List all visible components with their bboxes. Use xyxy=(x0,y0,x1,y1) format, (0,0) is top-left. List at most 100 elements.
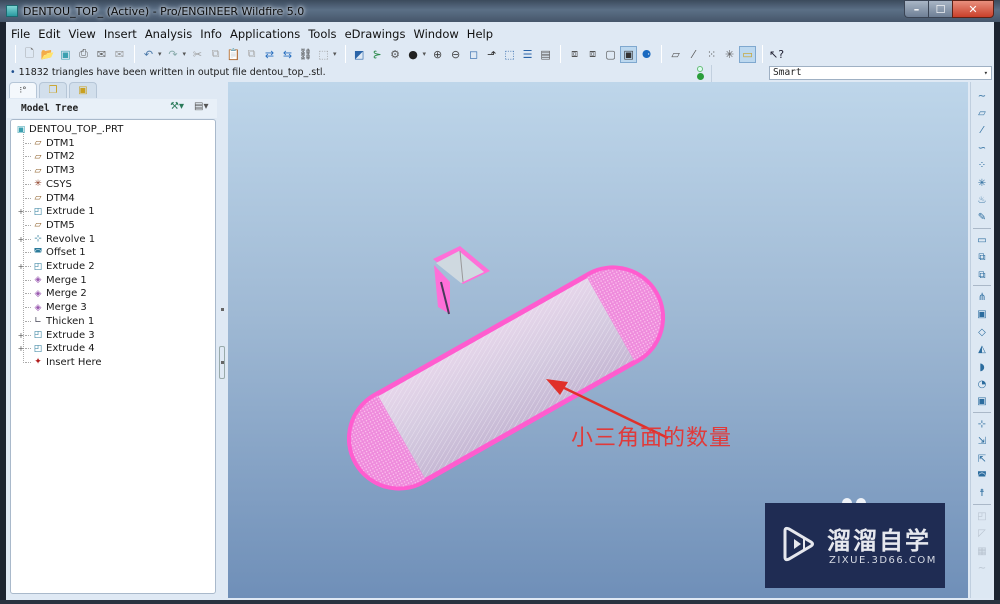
open-icon[interactable]: 📂 xyxy=(39,46,56,63)
shading-icon[interactable]: ▣ xyxy=(620,45,638,63)
undo-icon[interactable]: ↶ xyxy=(140,46,157,63)
model-tree-tab[interactable]: ⁝° xyxy=(9,82,37,98)
redo-icon[interactable]: ↷ xyxy=(165,46,182,63)
tree-settings-icon[interactable]: ▤▾ xyxy=(194,101,208,112)
csys-tool-icon[interactable]: ✳ xyxy=(974,175,990,191)
csys-icon[interactable]: ✳ xyxy=(721,46,738,63)
email-icon[interactable]: ✉ xyxy=(93,46,110,63)
blend-tool-icon[interactable]: ◗ xyxy=(974,359,990,375)
new-icon[interactable]: 🗋 xyxy=(21,46,38,63)
menu-insert[interactable]: Insert xyxy=(104,27,137,41)
trim-disabled-icon[interactable]: ▦ xyxy=(974,543,990,559)
datum-plane-tool-icon[interactable]: ▱ xyxy=(974,105,990,121)
datum-point-tool-icon[interactable]: ⁘ xyxy=(974,158,990,174)
menu-help[interactable]: Help xyxy=(467,27,493,41)
regen-manager-icon[interactable]: ⇆ xyxy=(279,46,296,63)
minimize-button[interactable]: – xyxy=(904,0,928,18)
tree-item[interactable]: ▱ DTM4 xyxy=(17,192,75,205)
copy-icon[interactable]: ⧉ xyxy=(207,46,224,63)
expand-icon[interactable]: + xyxy=(17,235,25,244)
tree-item[interactable]: ∟ Thicken 1 xyxy=(17,315,94,328)
sketched-curve-icon[interactable]: ∼ xyxy=(974,88,990,104)
cut-icon[interactable]: ✂ xyxy=(189,46,206,63)
datum-axes-icon[interactable]: ⁄ xyxy=(685,46,702,63)
tree-item[interactable]: + ◰ Extrude 3 xyxy=(17,329,95,342)
tree-item[interactable]: + ◰ Extrude 4 xyxy=(17,342,95,355)
spin-center-icon[interactable]: ⊱ xyxy=(369,46,386,63)
paste-special-icon[interactable]: ⧉ xyxy=(243,46,260,63)
revolve-tool-icon[interactable]: ▣ xyxy=(974,307,990,323)
datum-planes-icon[interactable]: ▱ xyxy=(667,46,684,63)
feature-tool-2-icon[interactable]: ⧉ xyxy=(974,250,990,266)
datum-points-icon[interactable]: ⁙ xyxy=(703,46,720,63)
zoom-in-icon[interactable]: ⊕ xyxy=(429,46,446,63)
tree-item[interactable]: ▱ DTM3 xyxy=(17,164,75,177)
boundary-blend-icon[interactable]: ▣ xyxy=(974,394,990,410)
menu-info[interactable]: Info xyxy=(200,27,222,41)
select-box-icon[interactable]: ⬚ xyxy=(315,46,332,63)
annotations-icon[interactable]: ▭ xyxy=(739,45,757,63)
menu-file[interactable]: File xyxy=(11,27,30,41)
menu-view[interactable]: View xyxy=(69,27,96,41)
no-hidden-icon[interactable]: ▢ xyxy=(602,46,619,63)
helical-sweep-icon[interactable]: ◔ xyxy=(974,376,990,392)
insert-datum-icon[interactable]: ✎ xyxy=(974,210,990,226)
menu-tools[interactable]: Tools xyxy=(308,27,336,41)
enhanced-realism-icon[interactable]: ⚈ xyxy=(638,46,655,63)
tree-item[interactable]: + ◰ Extrude 1 xyxy=(17,205,95,218)
selection-filter-select[interactable]: Smart ▾ xyxy=(769,66,992,80)
tree-item[interactable]: ◈ Merge 2 xyxy=(17,287,87,300)
orient-icon[interactable]: ⚙ xyxy=(387,46,404,63)
tree-item[interactable]: ✦ Insert Here xyxy=(17,356,102,369)
expand-icon[interactable]: + xyxy=(17,331,25,340)
mirror-disabled-icon[interactable]: ◸ xyxy=(974,526,990,542)
expand-icon[interactable]: + xyxy=(17,344,25,353)
paste-icon[interactable]: 📋 xyxy=(225,46,242,63)
saved-views-icon[interactable]: ⬚ xyxy=(501,46,518,63)
expand-icon[interactable]: + xyxy=(17,207,25,216)
datum-axis-tool-icon[interactable]: ⁄ xyxy=(974,123,990,139)
sweep-tool-icon[interactable]: ◇ xyxy=(974,324,990,340)
menu-edit[interactable]: Edit xyxy=(38,27,60,41)
refit-icon[interactable]: ◻ xyxy=(465,46,482,63)
folder-browser-tab[interactable]: ❐ xyxy=(39,82,67,98)
layers-icon[interactable]: ☰ xyxy=(519,46,536,63)
grid-disabled-icon[interactable]: ∼ xyxy=(974,560,990,576)
analysis-feature-icon[interactable]: ♨ xyxy=(974,192,990,208)
menu-window[interactable]: Window xyxy=(413,27,458,41)
email-link-icon[interactable]: ✉ xyxy=(111,46,128,63)
show-settings-icon[interactable]: ⚒▾ xyxy=(170,101,184,112)
find-icon[interactable]: ⛓ xyxy=(297,46,314,63)
tree-item[interactable]: + ⊹ Revolve 1 xyxy=(17,233,95,246)
wireframe-icon[interactable]: ⧈ xyxy=(566,46,583,63)
tree-item[interactable]: ◈ Merge 3 xyxy=(17,301,87,314)
menu-applications[interactable]: Applications xyxy=(230,27,300,41)
variable-sweep-icon[interactable]: ◭ xyxy=(974,342,990,358)
tree-item[interactable]: ▱ DTM2 xyxy=(17,150,75,163)
draft-tool-icon[interactable]: ◚ xyxy=(974,468,990,484)
tree-item[interactable]: + ◰ Extrude 2 xyxy=(17,260,95,273)
appearance-icon[interactable]: ● xyxy=(405,46,422,63)
save-icon[interactable]: ▣ xyxy=(57,46,74,63)
view-manager-icon[interactable]: ▤ xyxy=(537,46,554,63)
hidden-line-icon[interactable]: ⧈ xyxy=(584,46,601,63)
print-icon[interactable]: ⎙ xyxy=(75,46,92,63)
expand-icon[interactable]: + xyxy=(17,262,25,271)
regenerate-icon[interactable]: ⇄ xyxy=(261,46,278,63)
round-tool-icon[interactable]: ☨ xyxy=(974,486,990,502)
maximize-button[interactable]: ☐ xyxy=(928,0,952,18)
close-button[interactable]: ✕ xyxy=(952,0,994,18)
feature-tool-1-icon[interactable]: ▭ xyxy=(974,232,990,248)
menu-edrawings[interactable]: eDrawings xyxy=(345,27,406,41)
context-help-icon[interactable]: ↖? xyxy=(768,46,785,63)
tree-item[interactable]: ✳ CSYS xyxy=(17,178,72,191)
zoom-out-icon[interactable]: ⊖ xyxy=(447,46,464,63)
favorites-tab[interactable]: ▣ xyxy=(69,82,97,98)
panel-splitter[interactable] xyxy=(219,82,227,598)
tree-item[interactable]: ◚ Offset 1 xyxy=(17,246,86,259)
reorient-icon[interactable]: ⬏ xyxy=(483,46,500,63)
tree-item[interactable]: ▱ DTM5 xyxy=(17,219,75,232)
extrude-tool-icon[interactable]: ⋔ xyxy=(974,289,990,305)
tree-item[interactable]: ▱ DTM1 xyxy=(17,137,75,150)
repaint-icon[interactable]: ◩ xyxy=(351,46,368,63)
